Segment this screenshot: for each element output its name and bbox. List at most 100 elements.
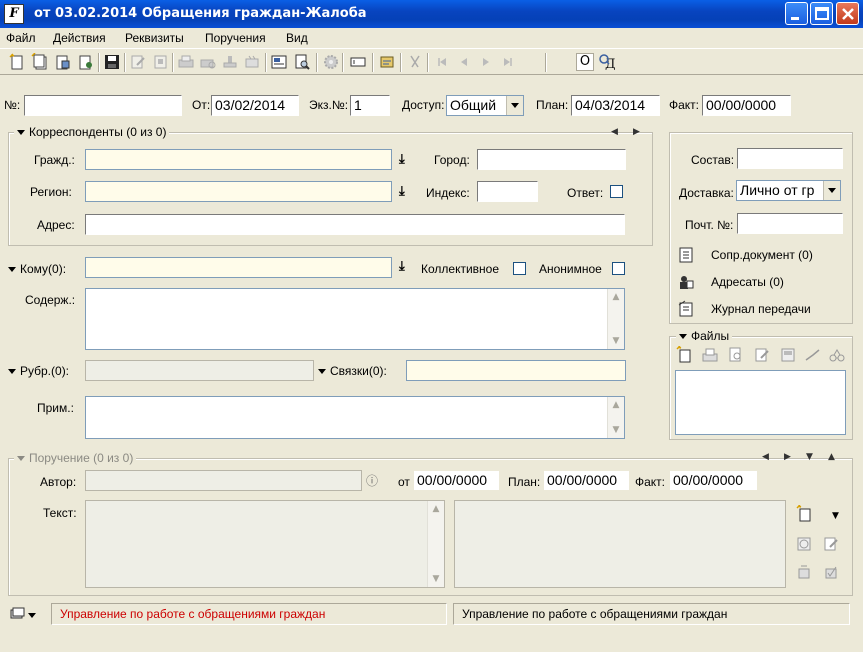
- num-input[interactable]: [24, 95, 182, 116]
- card-icon[interactable]: [270, 53, 288, 71]
- attached-document-link[interactable]: Сопр.документ (0): [711, 248, 813, 262]
- access-dropdown-icon[interactable]: [506, 96, 523, 115]
- assignment-next-icon[interactable]: ▶: [784, 452, 791, 462]
- access-select[interactable]: Общий: [446, 95, 524, 116]
- register-icon[interactable]: [243, 53, 261, 71]
- files-list[interactable]: [675, 370, 846, 435]
- assignment-text-area[interactable]: ▲ ▼: [85, 500, 445, 588]
- region-input[interactable]: [85, 181, 392, 202]
- assignment-legend[interactable]: Поручение (0 из 0): [14, 451, 137, 465]
- menu-assignments[interactable]: Поручения: [205, 31, 266, 45]
- delivery-dropdown-icon[interactable]: [823, 181, 840, 200]
- assignment-report-icon[interactable]: [795, 563, 813, 581]
- app-icon[interactable]: F: [4, 4, 24, 24]
- assignment-text-scrollbar[interactable]: ▲ ▼: [427, 501, 444, 587]
- assignment-expand-icon[interactable]: ▲: [828, 452, 835, 462]
- files-legend[interactable]: Файлы: [676, 329, 733, 343]
- save-icon[interactable]: [103, 53, 121, 71]
- menu-requisites[interactable]: Реквизиты: [125, 31, 184, 45]
- file-properties-icon[interactable]: [779, 346, 795, 362]
- send-icon[interactable]: [378, 53, 396, 71]
- assignment-done-icon[interactable]: [822, 563, 840, 581]
- assignment-add-icon[interactable]: [795, 504, 813, 523]
- answer-checkbox[interactable]: [610, 185, 623, 198]
- transfer-journal-link[interactable]: Журнал передачи: [711, 302, 811, 316]
- cut-icon[interactable]: [406, 53, 424, 71]
- copy-number-input[interactable]: 1: [350, 95, 390, 116]
- assignment-edit-icon[interactable]: [822, 535, 840, 553]
- menu-view[interactable]: Вид: [286, 31, 308, 45]
- file-add-icon[interactable]: [675, 345, 691, 363]
- correspondent-next-icon[interactable]: ▶: [633, 127, 640, 137]
- file-view-icon[interactable]: [727, 346, 743, 362]
- next-record-icon[interactable]: [477, 53, 495, 71]
- correspondents-legend[interactable]: Корреспонденты (0 из 0): [14, 125, 170, 139]
- file-edit-icon[interactable]: [753, 346, 769, 362]
- content-textarea[interactable]: ▲ ▼: [85, 288, 625, 350]
- new-doc-copy-icon[interactable]: [31, 52, 49, 71]
- field-icon[interactable]: [349, 53, 367, 71]
- rubric-input[interactable]: [85, 360, 314, 381]
- citizen-lookup-icon[interactable]: ⤓: [399, 153, 405, 166]
- maximize-button[interactable]: [810, 2, 833, 25]
- first-record-icon[interactable]: [433, 53, 451, 71]
- links-label[interactable]: Связки(0):: [318, 364, 387, 378]
- assignment-from-date[interactable]: 00/00/0000: [413, 470, 500, 491]
- collective-checkbox[interactable]: [513, 262, 526, 275]
- fact-date-input[interactable]: 00/00/0000: [702, 95, 791, 116]
- edit-icon[interactable]: [129, 53, 147, 71]
- assignment-collapse-icon[interactable]: ▼: [806, 452, 813, 462]
- settings-gear-icon[interactable]: [322, 53, 340, 71]
- note-scrollbar[interactable]: ▲ ▼: [607, 397, 624, 438]
- minimize-button[interactable]: [785, 2, 808, 25]
- file-check-sign-icon[interactable]: [828, 346, 845, 362]
- author-input[interactable]: [85, 470, 362, 491]
- assignment-add-dropdown-icon[interactable]: ▼: [832, 511, 839, 521]
- menu-actions[interactable]: Действия: [53, 31, 106, 45]
- city-input[interactable]: [477, 149, 626, 170]
- plan-date-input[interactable]: 04/03/2014: [571, 95, 660, 116]
- anonymous-checkbox[interactable]: [612, 262, 625, 275]
- index-input[interactable]: [477, 181, 538, 202]
- region-lookup-icon[interactable]: ⤓: [399, 185, 405, 198]
- from-date-input[interactable]: 03/02/2014: [211, 95, 299, 116]
- last-record-icon[interactable]: [499, 53, 517, 71]
- prev-record-icon[interactable]: [455, 53, 473, 71]
- find-text-icon[interactable]: Д: [598, 53, 616, 72]
- to-input[interactable]: [85, 257, 392, 278]
- letter-o-button[interactable]: О: [576, 53, 594, 71]
- assignment-clock-icon[interactable]: [795, 535, 813, 553]
- postal-number-label: Почт. №:: [685, 218, 734, 232]
- address-input[interactable]: [85, 214, 625, 235]
- print-preview-icon[interactable]: [199, 53, 217, 71]
- file-sign-icon[interactable]: [804, 346, 820, 362]
- composition-input[interactable]: [737, 148, 843, 169]
- menu-file[interactable]: Файл: [6, 31, 36, 45]
- print-icon[interactable]: [177, 53, 195, 71]
- find-document-icon[interactable]: [293, 53, 311, 71]
- assignment-fact-date[interactable]: 00/00/0000: [669, 470, 758, 491]
- new-from-template-icon[interactable]: [54, 53, 72, 71]
- note-textarea[interactable]: ▲ ▼: [85, 396, 625, 439]
- addressees-link[interactable]: Адресаты (0): [711, 275, 784, 289]
- citizen-input[interactable]: [85, 149, 392, 170]
- content-scrollbar[interactable]: ▲ ▼: [607, 289, 624, 349]
- new-linked-icon[interactable]: [77, 53, 95, 71]
- links-input[interactable]: [406, 360, 626, 381]
- postal-number-input[interactable]: [737, 213, 843, 234]
- new-doc-icon[interactable]: [8, 53, 26, 71]
- info-icon[interactable]: ⓘ: [366, 472, 378, 489]
- assignment-plan-date[interactable]: 00/00/0000: [543, 470, 630, 491]
- rubric-label[interactable]: Рубр.(0):: [8, 364, 69, 378]
- delete-icon[interactable]: [152, 53, 170, 71]
- to-label[interactable]: Кому(0):: [8, 262, 66, 276]
- delivery-select[interactable]: Лично от гр: [736, 180, 841, 201]
- file-scan-icon[interactable]: [701, 346, 718, 362]
- status-menu-icon[interactable]: [10, 607, 40, 623]
- close-button[interactable]: [836, 2, 859, 25]
- assignment-executors-list[interactable]: [454, 500, 786, 588]
- assignment-prev-icon[interactable]: ◀: [762, 452, 769, 462]
- correspondent-prev-icon[interactable]: ◀: [611, 127, 618, 137]
- to-lookup-icon[interactable]: ⤓: [399, 260, 405, 273]
- stamp-icon[interactable]: [221, 53, 239, 71]
